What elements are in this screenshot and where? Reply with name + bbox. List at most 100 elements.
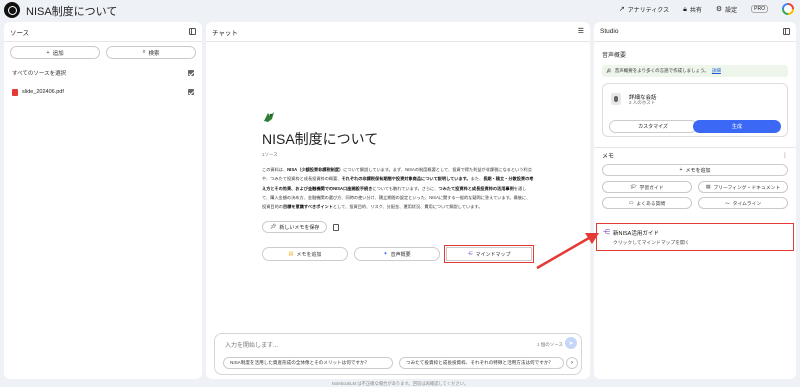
studio-header: Studio xyxy=(594,22,796,42)
memo-header: メモ ⋮ xyxy=(594,148,796,162)
pdf-icon xyxy=(12,88,18,96)
mindmap-chip[interactable]: ⋲ マインドマップ xyxy=(444,245,534,264)
copy-icon[interactable] xyxy=(333,223,340,231)
chat-input-box[interactable]: 入力を開始します... 1 個のソース ➤ NISA制度を活用した資産形成の全体… xyxy=(214,333,582,375)
pro-badge: PRO xyxy=(751,5,768,13)
summary-bold: 目標を意識すべきポイント xyxy=(282,204,333,210)
generate-button[interactable]: 生成 xyxy=(693,120,781,133)
note-icon: ▤ xyxy=(288,251,294,258)
note-title: 新NISA活用ガイド xyxy=(613,231,659,237)
search-source-button[interactable]: ⌕ 検索 xyxy=(106,46,196,59)
note-subtitle: クリックしてマインドマップを開く xyxy=(613,241,690,246)
timeline-button[interactable]: 〜タイムライン xyxy=(698,197,788,209)
faq-button[interactable]: ▭ よくある質問 xyxy=(602,197,692,209)
study-guide-label: 学習ガイド xyxy=(639,185,664,191)
audio-overview-chip[interactable]: ✦ 音声概要 xyxy=(354,247,440,262)
source-actions: + 追加 ⌕ 検索 xyxy=(4,42,202,63)
add-memo-button[interactable]: + メモを追加 xyxy=(602,164,788,176)
analytics-button[interactable]: ↗ アナリティクス xyxy=(619,5,669,14)
mindmap-chip-label: マインドマップ xyxy=(475,251,511,258)
briefing-doc-button[interactable]: ▤ ブリーフィング・ドキュメント xyxy=(698,181,788,193)
source-item-left: slide_202406.pdf xyxy=(12,88,64,96)
sparkle-icon: ✦ xyxy=(383,251,388,258)
add-memo-label: メモを追加 xyxy=(685,167,711,174)
notebook-title[interactable]: NISA制度について xyxy=(26,3,117,19)
input-source-count: 1 個のソース xyxy=(536,342,563,347)
briefing-doc-label: ブリーフィング・ドキュメント xyxy=(713,185,781,191)
banner-link[interactable]: 詳細 xyxy=(712,68,721,74)
audio-file-icon xyxy=(611,93,621,105)
add-source-label: 追加 xyxy=(52,50,64,57)
summary-text: についても触れています。さらに、 xyxy=(372,185,439,191)
settings-label: 設定 xyxy=(725,7,738,14)
summary-bold: それぞれの非課税保有期間や投資対象商品について説明しています。 xyxy=(341,176,471,182)
mindmap-icon: ⋲ xyxy=(603,229,610,236)
source-count: 1ソース xyxy=(262,152,278,157)
add-source-button[interactable]: + 追加 xyxy=(10,46,100,59)
plus-icon: + xyxy=(679,167,683,173)
suggestion-chip[interactable]: つみたて投資枠と成長投資枠、それぞれの特徴と活用方法は何ですか？ xyxy=(399,357,564,369)
mindmap-note-card[interactable]: ⋲ 新NISA活用ガイド クリックしてマインドマップを開く xyxy=(596,223,794,251)
chat-input[interactable]: 入力を開始します... xyxy=(225,340,278,349)
summary-text: また、 xyxy=(470,176,484,182)
notebook-emoji-icon xyxy=(262,110,276,124)
trend-icon: ↗ xyxy=(618,5,625,13)
notebook-summary: この資料は、NISA（少額投資非課税制度）について解説しています。まず、NISA… xyxy=(262,165,534,211)
studio-title: Studio xyxy=(600,28,619,35)
memo-label: メモ xyxy=(602,153,615,160)
select-all-row[interactable]: すべてのソースを選択 xyxy=(4,67,202,79)
suggestion-chip[interactable]: NISA制度を活用した資産形成の全体像とそのメリットは何ですか？ xyxy=(223,357,393,369)
pin-icon: 📌︎ xyxy=(270,224,277,231)
faq-label: よくある質問 xyxy=(636,201,666,207)
save-memo-label: 新しいメモを保存 xyxy=(279,224,320,231)
notebooklm-logo[interactable] xyxy=(4,2,20,18)
gear-icon: ⚙ xyxy=(715,5,723,13)
document-icon: ▤ xyxy=(705,184,711,190)
source-file-name: slide_202406.pdf xyxy=(22,89,64,95)
audio-overview-chip-label: 音声概要 xyxy=(390,251,411,258)
add-memo-chip[interactable]: ▤ メモを追加 xyxy=(262,247,348,262)
more-icon[interactable]: ⋮ xyxy=(782,152,788,159)
study-guide-button[interactable]: 🎓︎ 学習ガイド xyxy=(602,181,692,193)
source-item[interactable]: slide_202406.pdf xyxy=(4,85,202,99)
sources-panel: ソース + 追加 ⌕ 検索 すべてのソースを選択 slide_202406.pdf xyxy=(4,22,202,379)
top-actions: ↗ アナリティクス 🔒︎ 共有 ⚙ 設定 PRO xyxy=(619,3,794,15)
mindmap-icon: ⋲ xyxy=(467,251,473,258)
audio-card: 詳細な会話 2 人のホスト カスタマイズ 生成 xyxy=(602,83,788,137)
collapse-panel-icon[interactable] xyxy=(189,28,196,35)
next-suggestion-button[interactable]: › xyxy=(566,357,578,369)
select-all-label: すべてのソースを選択 xyxy=(12,71,67,77)
timeline-icon: 〜 xyxy=(724,201,730,207)
collapse-panel-icon[interactable] xyxy=(783,28,790,35)
select-all-checkbox[interactable] xyxy=(188,70,194,76)
sources-header: ソース xyxy=(4,22,202,42)
plus-icon: + xyxy=(46,49,50,56)
source-checkbox[interactable] xyxy=(188,89,194,95)
send-button[interactable]: ➤ xyxy=(565,337,577,349)
party-icon: 🎉︎ xyxy=(606,68,612,73)
summary-text: として、投資目的、リスク、分配金、運用状況、費用について解説しています。 xyxy=(332,204,483,210)
top-bar: NISA制度について ↗ アナリティクス 🔒︎ 共有 ⚙ 設定 PRO xyxy=(0,0,800,20)
cap-icon: 🎓︎ xyxy=(630,184,637,190)
language-banner: 🎉︎ 音声概要をより多くの言語で作成しましょう。 詳細 xyxy=(602,65,788,77)
share-label: 共有 xyxy=(689,7,702,14)
timeline-label: タイムライン xyxy=(732,201,762,207)
analytics-label: アナリティクス xyxy=(627,7,670,14)
summary-text: この資料は、 xyxy=(262,167,288,172)
search-source-label: 検索 xyxy=(148,50,160,57)
save-memo-button[interactable]: 📌︎ 新しいメモを保存 xyxy=(262,221,328,234)
sliders-icon[interactable]: ☰ xyxy=(578,28,584,35)
faq-icon: ▭ xyxy=(628,200,634,206)
chat-title-label: チャット xyxy=(212,29,238,37)
settings-button[interactable]: ⚙ 設定 xyxy=(716,5,737,14)
chat-notebook-title: NISA制度について xyxy=(262,131,379,147)
banner-text: 音声概要をより多くの言語で作成しましょう。 xyxy=(614,68,709,73)
sources-title: ソース xyxy=(10,29,30,37)
add-memo-chip-label: メモを追加 xyxy=(296,251,322,258)
share-button[interactable]: 🔒︎ 共有 xyxy=(683,5,702,14)
avatar[interactable] xyxy=(782,3,794,15)
summary-bold: NISA（少額投資非課税制度） xyxy=(287,167,344,172)
customize-button[interactable]: カスタマイズ xyxy=(609,120,697,133)
footer-disclaimer: NotebookLM は不正確な場合があります。回答は再確認してください。 xyxy=(331,381,469,386)
